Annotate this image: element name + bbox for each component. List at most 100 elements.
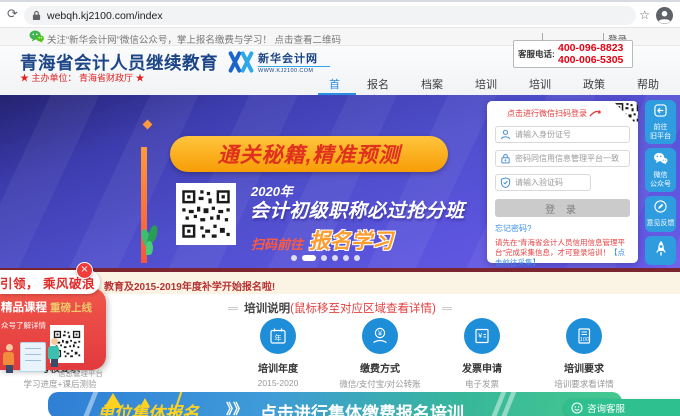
popup-close-icon[interactable]: × [76,262,93,279]
side-rail: 前往 旧平台 微信 公众号 意见反馈 [645,100,676,268]
hotline-phone-1: 400-096-8823 [558,42,623,54]
promo-line1: 精品课程重磅上线 [1,298,105,316]
captcha-input[interactable] [515,178,586,187]
banner-scan-action: 报名学习 [309,225,393,255]
address-bar[interactable]: webqh.kj2100.com/index [24,6,636,25]
id-number-field-wrap [495,126,630,143]
payment-icon: ¥ [362,318,398,354]
forgot-password-link[interactable]: 忘记密码? [495,223,531,234]
feedback-button[interactable]: 意见反馈 [645,196,676,232]
xinhua-logo-icon [228,51,254,78]
svg-text:年: 年 [274,333,282,343]
page: ⟳ webqh.kj2100.com/index ☆ 关注“新华会计网”微信公众… [0,0,680,416]
banner-course-title: 会计初级职称必过抢分班 [250,196,465,223]
carousel-dot-6[interactable] [354,255,360,261]
banner-scan-hint: 扫码前往 [251,234,303,253]
training-hint: (鼠标移至对应区域查看详情) [290,303,436,315]
organizer-line: ★ 主办单位： 青海省财政厅 ★ [20,71,145,84]
hotline-label: 客服电话: [518,50,558,59]
carousel-dot-1[interactable] [291,255,297,261]
customer-service-button[interactable]: 咨询客服 [564,399,680,416]
nav-item-signup-training[interactable]: 报名培训 [356,76,410,95]
carousel-dot-2-active[interactable] [302,255,316,261]
site-header: 青海省会计人员继续教育 新华会计网 WWW.KJ2100.COM ★ 主办单位：… [0,46,680,95]
login-submit-button[interactable]: 登 录 [495,199,630,217]
person-icon [500,129,511,140]
promo-launch-text: 重磅上线 [50,303,92,314]
carousel-dot-4[interactable] [332,255,338,261]
captcha-field-wrap [495,174,591,191]
training-title: 培训说明 [244,303,290,315]
smiley-headset-icon [571,402,583,414]
nav-item-home[interactable]: 首页 [318,76,356,95]
main-nav: 首页 报名培训 档案查询 培训课程 培训通知 政策法规 帮助中心 [318,76,680,95]
wechat-account-label: 微信 公众号 [645,172,676,189]
cartoon-person-right [48,338,60,367]
nav-item-policies[interactable]: 政策法规 [572,76,626,95]
hero-carousel[interactable]: 通关秘籍,精准预测 2020年 会计初级职称必过抢分班 扫码前往 报名学习 点击… [0,95,680,268]
back-arrow-icon [654,104,667,117]
group-signup-cta: 点击进行集体缴费报名培训 [260,399,464,416]
carousel-dot-5[interactable] [343,255,349,261]
svg-text:¥: ¥ [378,329,383,338]
logo-text-block: 新华会计网 WWW.KJ2100.COM [258,50,330,74]
pencil-circle-icon [654,200,667,213]
password-input[interactable] [515,154,625,163]
svg-text:100: 100 [580,337,590,343]
rocket-icon [654,240,668,257]
back-to-top-button[interactable] [645,236,676,265]
group-signup-banner[interactable]: 单位集体报名 》》 点击进行集体缴费报名培训 [48,392,622,416]
login-warning-text: 请先在“青海省会计人员信用信息管理平台”完成采集信息，才可登录培训！ [495,238,625,257]
old-platform-label: 前往 旧平台 [645,124,676,141]
col-title: 培训要求 [524,360,644,375]
group-signup-label: 单位集体报名 [97,399,199,416]
curved-arrow-icon [589,109,603,118]
bookmark-star-icon[interactable]: ☆ [639,8,650,22]
nav-item-notices[interactable]: 培训通知 [518,76,572,95]
wechat-scan-login-tip[interactable]: 点击进行微信扫码登录 [507,108,630,119]
reload-icon[interactable]: ⟳ [7,7,18,22]
arrows-decoration: 》》 [226,399,247,416]
wechat-notice-text[interactable]: 关注“新华会计网”微信公众号，掌上报名缴费与学习！ 点击查看二维码 [47,32,341,46]
announcement-text[interactable]: 教育及2015-2019年度补学开始报名啦! [104,278,275,293]
banner-scan-line: 扫码前往 报名学习 [251,225,393,255]
shield-check-icon [500,177,511,188]
carousel-dot-3[interactable] [321,255,327,261]
id-number-input[interactable] [515,130,625,139]
plant-decoration [141,223,159,261]
training-col-requirements[interactable]: 100 培训要求 培训要求看详情 [524,318,644,390]
promo-course-text: 精品课程 [1,302,47,314]
promo-line2: 众号了解详情 [1,320,46,331]
lock-icon [32,10,41,21]
login-warning: 请先在“青海省会计人员信用信息管理平台”完成采集信息，才可登录培训！【点击前往采… [495,238,630,268]
nav-item-help[interactable]: 帮助中心 [626,76,680,95]
partial-platform-text: 信息管理平台 [58,368,103,379]
scan-tip-text: 点击进行微信扫码登录 [507,108,587,119]
lock-icon [500,153,511,164]
old-platform-button[interactable]: 前往 旧平台 [645,100,676,144]
browser-toolbar: ⟳ webqh.kj2100.com/index ☆ [0,0,680,28]
wechat-account-button[interactable]: 微信 公众号 [645,148,676,192]
banner-slogan-pill: 通关秘籍,精准预测 [170,136,448,172]
calendar-icon: 年 [260,318,296,354]
password-field-wrap [495,150,630,167]
right-dash-decoration [442,307,452,310]
invoice-icon: ¥ [464,318,500,354]
svg-text:¥: ¥ [478,333,482,340]
col-desc: 培训要求看详情 [524,378,644,390]
hotline-box: 客服电话: 400-096-8823 400-006-5305 [513,40,633,68]
login-panel: 点击进行微信扫码登录 登 录 忘记密码? 请先在“青海省会计人员信用信息管理 [487,101,638,263]
nav-item-archive-query[interactable]: 档案查询 [410,76,464,95]
logo-url: WWW.KJ2100.COM [258,66,330,74]
carousel-dots [291,255,360,261]
whiteboard-illustration [20,342,46,372]
logo-name: 新华会计网 [258,50,330,66]
banner-qr-code [176,183,236,245]
browser-profile-icon[interactable] [656,7,673,24]
banner-slogan: 通关秘籍,精准预测 [218,139,401,169]
wechat-icon [653,152,668,165]
document-100-icon: 100 [566,318,602,354]
nav-item-courses[interactable]: 培训课程 [464,76,518,95]
customer-service-label: 咨询客服 [587,401,625,415]
diamond-decoration [143,120,153,130]
